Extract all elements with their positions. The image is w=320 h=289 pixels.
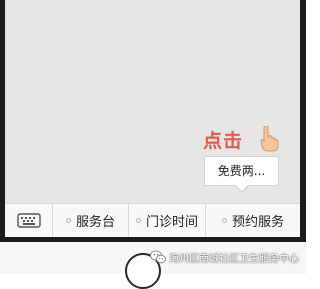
phone-bezel-bottom: [0, 237, 306, 242]
watermark-text: 海州区南城社区卫生服务中心: [169, 253, 299, 265]
keyboard-icon: [16, 213, 41, 228]
menu-button-clinic-hours[interactable]: 门诊时间: [129, 204, 206, 237]
pointing-hand-icon: [260, 126, 279, 152]
phone-bezel-left: [0, 0, 5, 242]
phone-bezel-right: [300, 0, 306, 242]
bottom-menu-bar: 服务台 门诊时间 预约服务: [5, 203, 300, 237]
menu-button-service-desk[interactable]: 服务台: [53, 204, 129, 237]
menu-dot-icon: [135, 218, 141, 223]
watermark: 海州区南城社区卫生服务中心: [150, 248, 299, 266]
submenu-caret: [236, 185, 248, 191]
menu-button-label: 门诊时间: [145, 215, 198, 230]
menu-button-label: 服务台: [75, 215, 115, 230]
submenu-item[interactable]: 免费两...: [204, 156, 279, 186]
click-hint: 点击: [203, 130, 244, 152]
wechat-icon: [150, 250, 166, 264]
menu-button-label: 预约服务: [231, 215, 284, 230]
phone-frame: 点击 免费两... 服务台 门诊时间 预约服务 海州区南城社区卫生服务中心: [0, 0, 306, 289]
menu-button-appointment[interactable]: 预约服务: [206, 204, 300, 237]
menu-dot-icon: [221, 218, 227, 223]
keyboard-toggle-button[interactable]: [5, 204, 53, 237]
menu-dot-icon: [65, 218, 71, 223]
